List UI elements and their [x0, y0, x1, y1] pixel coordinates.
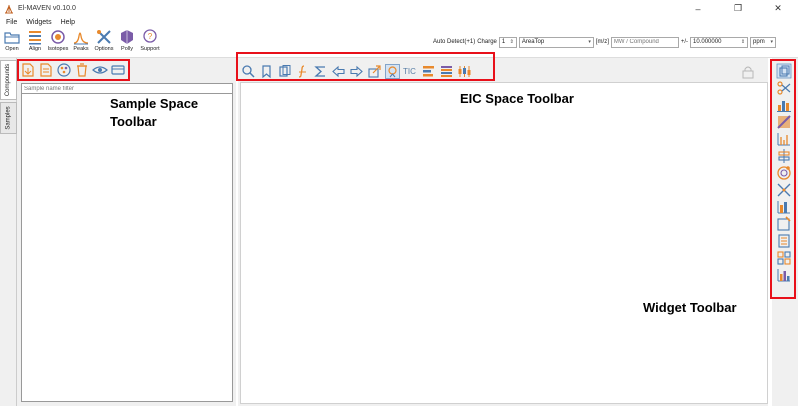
support-button[interactable]: ? Support	[140, 28, 160, 52]
widget-toolbar-highlight	[770, 59, 796, 299]
tab-samples[interactable]: Samples	[0, 102, 17, 134]
eic-area: TIC	[238, 58, 768, 406]
app-logo-icon	[5, 4, 13, 13]
eic-toolbar-highlight	[236, 52, 495, 81]
sample-space-annotation-line1: Sample Space	[110, 96, 199, 111]
menu-file[interactable]: File	[6, 19, 17, 26]
sample-list[interactable]	[21, 94, 233, 402]
widget-annotation: Widget Toolbar	[643, 300, 737, 315]
close-button[interactable]: ✕	[758, 0, 798, 17]
maximize-button[interactable]: ❐	[718, 0, 758, 17]
isotopes-icon	[51, 30, 65, 44]
open-label: Open	[5, 46, 19, 52]
charge-spinbox[interactable]: 1 ⇕	[498, 36, 517, 48]
title-bar: El-MAVEN v0.10.0 – ❐ ✕	[0, 0, 798, 17]
options-icon	[97, 30, 111, 44]
eic-plot-canvas[interactable]	[240, 82, 768, 404]
peaks-icon	[73, 32, 89, 45]
align-button[interactable]: Align	[25, 28, 45, 52]
peak-controls: Auto Detect(+1) Charge 1 ⇕ AreaTop ▾ [m/…	[433, 36, 777, 48]
svg-text:?: ?	[148, 32, 153, 41]
folder-icon	[4, 32, 20, 44]
polly-label: Polly	[121, 46, 133, 52]
menu-bar: File Widgets Help	[0, 17, 798, 28]
peaks-button[interactable]: Peaks	[71, 28, 91, 52]
tolerance-value: 10.000000	[693, 39, 722, 45]
menu-help[interactable]: Help	[61, 19, 75, 26]
peaks-label: Peaks	[73, 46, 89, 52]
tab-compounds-label: Compounds	[5, 63, 12, 97]
chevron-down-icon: ▾	[588, 39, 591, 45]
tolerance-label: +/-	[680, 39, 689, 45]
open-button[interactable]: Open	[2, 28, 22, 52]
tab-compounds[interactable]: Compounds	[0, 60, 17, 100]
options-button[interactable]: Options	[94, 28, 114, 52]
unit-select[interactable]: ppm ▾	[750, 36, 777, 48]
spin-arrows-icon: ⇕	[509, 39, 514, 45]
charge-value: 1	[501, 39, 506, 45]
chevron-down-icon: ▾	[770, 39, 774, 45]
unit-value: ppm	[753, 39, 765, 45]
tab-samples-label: Samples	[5, 106, 12, 130]
quant-type-select[interactable]: AreaTop ▾	[518, 36, 594, 48]
sample-toolbar-highlight	[17, 59, 130, 81]
spin-arrows-icon: ⇕	[740, 39, 746, 45]
compound-search-input[interactable]	[610, 36, 679, 48]
minimize-button[interactable]: –	[678, 0, 718, 17]
isotopes-label: Isotopes	[47, 46, 69, 52]
sample-space-annotation-line2: Toolbar	[110, 114, 157, 129]
charge-label: Charge	[477, 39, 497, 45]
sample-filter-input[interactable]	[21, 83, 233, 94]
window-title: El-MAVEN v0.10.0	[18, 5, 76, 12]
lock-icon[interactable]	[742, 65, 754, 79]
tolerance-spinbox[interactable]: 10.000000 ⇕	[690, 36, 749, 48]
support-icon: ?	[143, 29, 157, 43]
left-dock-tabs: Compounds Samples	[0, 58, 17, 406]
menu-widgets[interactable]: Widgets	[26, 19, 51, 26]
polly-button[interactable]: Polly	[117, 28, 137, 52]
quant-type-value: AreaTop	[521, 39, 545, 45]
mz-label: [m/z]	[595, 39, 609, 45]
support-label: Support	[140, 46, 160, 52]
align-label: Align	[28, 46, 42, 52]
align-icon	[29, 31, 41, 45]
options-label: Options	[94, 46, 114, 52]
isotopes-button[interactable]: Isotopes	[48, 28, 68, 52]
eic-space-annotation: EIC Space Toolbar	[460, 91, 574, 106]
auto-detect-button[interactable]: Auto Detect(+1)	[433, 39, 475, 45]
polly-icon	[121, 30, 133, 44]
